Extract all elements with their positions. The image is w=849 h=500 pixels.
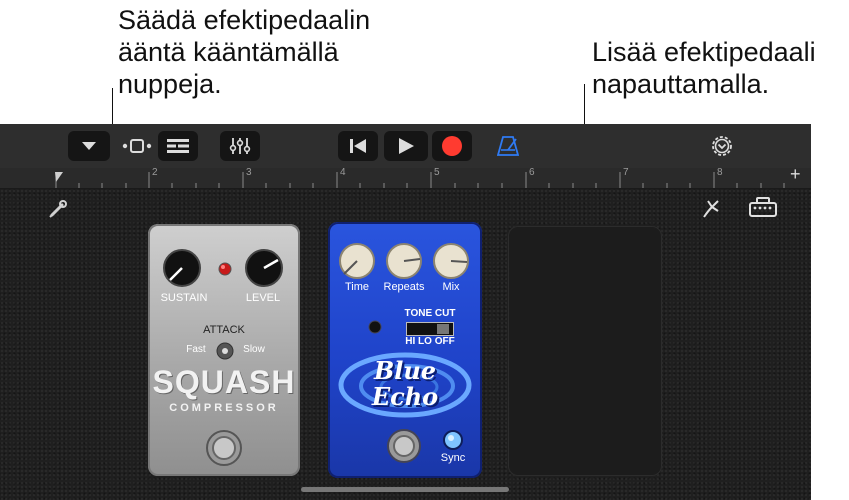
sustain-label: SUSTAIN bbox=[160, 292, 208, 304]
control-bar bbox=[0, 124, 811, 168]
mix-label: Mix bbox=[442, 281, 460, 293]
ruler-ticks bbox=[55, 172, 785, 188]
track-view-icon bbox=[122, 139, 152, 153]
fast-label: Fast bbox=[186, 344, 206, 355]
settings-button[interactable] bbox=[702, 131, 742, 161]
ruler-mark-4: 4 bbox=[340, 167, 346, 178]
sync-label: Sync bbox=[440, 452, 466, 464]
level-knob[interactable] bbox=[244, 248, 284, 288]
compressor-label: COMPRESSOR bbox=[169, 402, 279, 414]
mixer-button[interactable] bbox=[220, 131, 260, 161]
hi-lo-off-label: HI LO OFF bbox=[405, 336, 455, 347]
play-icon bbox=[399, 138, 414, 154]
footswitch[interactable] bbox=[386, 428, 422, 464]
callout-knobs: Säädä efektipedaalin ääntä kääntämällä n… bbox=[118, 5, 371, 99]
ruler-mark-5: 5 bbox=[434, 167, 440, 178]
tracks-button[interactable] bbox=[158, 131, 198, 161]
input-jack-icon bbox=[368, 320, 382, 334]
input-cable-icon[interactable] bbox=[48, 199, 68, 219]
pedalboard-browser-icon[interactable] bbox=[748, 196, 778, 218]
squash-logo: SQUASH bbox=[152, 364, 296, 400]
tone-cut-switch[interactable] bbox=[406, 322, 454, 336]
ruler-mark-6: 6 bbox=[529, 167, 535, 178]
status-led-icon bbox=[218, 262, 232, 276]
timeline-ruler[interactable]: 2 3 4 5 6 7 8 + bbox=[0, 164, 811, 189]
slow-label: Slow bbox=[243, 344, 265, 355]
time-label: Time bbox=[344, 281, 370, 293]
sync-button[interactable] bbox=[443, 430, 463, 450]
add-section-button[interactable]: + bbox=[790, 164, 801, 185]
callout-add-pedal: Lisää efektipedaali napauttamalla. bbox=[592, 37, 816, 99]
pedalboard-stage: SUSTAIN LEVEL ATTACK Fast Slow SQUASH CO… bbox=[0, 189, 811, 500]
ruler-mark-3: 3 bbox=[246, 167, 252, 178]
tone-cut-label: TONE CUT bbox=[404, 308, 456, 319]
view-button[interactable] bbox=[116, 131, 158, 161]
empty-pedal-slot[interactable] bbox=[508, 226, 662, 476]
metronome-icon bbox=[497, 136, 519, 156]
blue-echo-logo-line2: Echo bbox=[371, 382, 439, 411]
attack-switch[interactable] bbox=[216, 342, 234, 360]
ruler-mark-7: 7 bbox=[623, 167, 629, 178]
record-icon bbox=[442, 136, 462, 156]
rewind-button[interactable] bbox=[338, 131, 378, 161]
squash-compressor-pedal[interactable]: SUSTAIN LEVEL ATTACK Fast Slow SQUASH CO… bbox=[148, 224, 300, 476]
tuner-icon[interactable] bbox=[700, 197, 722, 219]
time-knob[interactable] bbox=[338, 242, 376, 280]
mix-knob[interactable] bbox=[432, 242, 470, 280]
garageband-amp-window: 2 3 4 5 6 7 8 + SUSTAIN LEVEL ATTACK Fas… bbox=[0, 124, 811, 500]
dropdown-icon bbox=[82, 142, 96, 150]
footswitch[interactable] bbox=[205, 429, 243, 467]
playhead-icon bbox=[55, 172, 63, 182]
horizontal-scroll-indicator[interactable] bbox=[301, 487, 509, 492]
record-button[interactable] bbox=[432, 131, 472, 161]
repeats-label: Repeats bbox=[383, 281, 425, 293]
tracks-list-icon bbox=[167, 139, 189, 153]
rewind-icon bbox=[350, 139, 366, 153]
settings-icon bbox=[712, 136, 732, 156]
metronome-button[interactable] bbox=[488, 131, 528, 161]
repeats-knob[interactable] bbox=[385, 242, 423, 280]
ruler-mark-8: 8 bbox=[717, 167, 723, 178]
attack-label: ATTACK bbox=[203, 324, 245, 336]
blue-echo-logo-line1: Blue bbox=[373, 356, 437, 385]
level-label: LEVEL bbox=[245, 292, 281, 304]
sustain-knob[interactable] bbox=[162, 248, 202, 288]
mixer-icon bbox=[229, 138, 251, 154]
tone-cut-slider bbox=[437, 324, 449, 334]
blue-echo-pedal[interactable]: Time Repeats Mix TONE CUT HI LO OFF Blue… bbox=[328, 222, 482, 478]
menu-dropdown-button[interactable] bbox=[68, 131, 110, 161]
ruler-mark-2: 2 bbox=[152, 167, 158, 178]
play-button[interactable] bbox=[384, 131, 428, 161]
